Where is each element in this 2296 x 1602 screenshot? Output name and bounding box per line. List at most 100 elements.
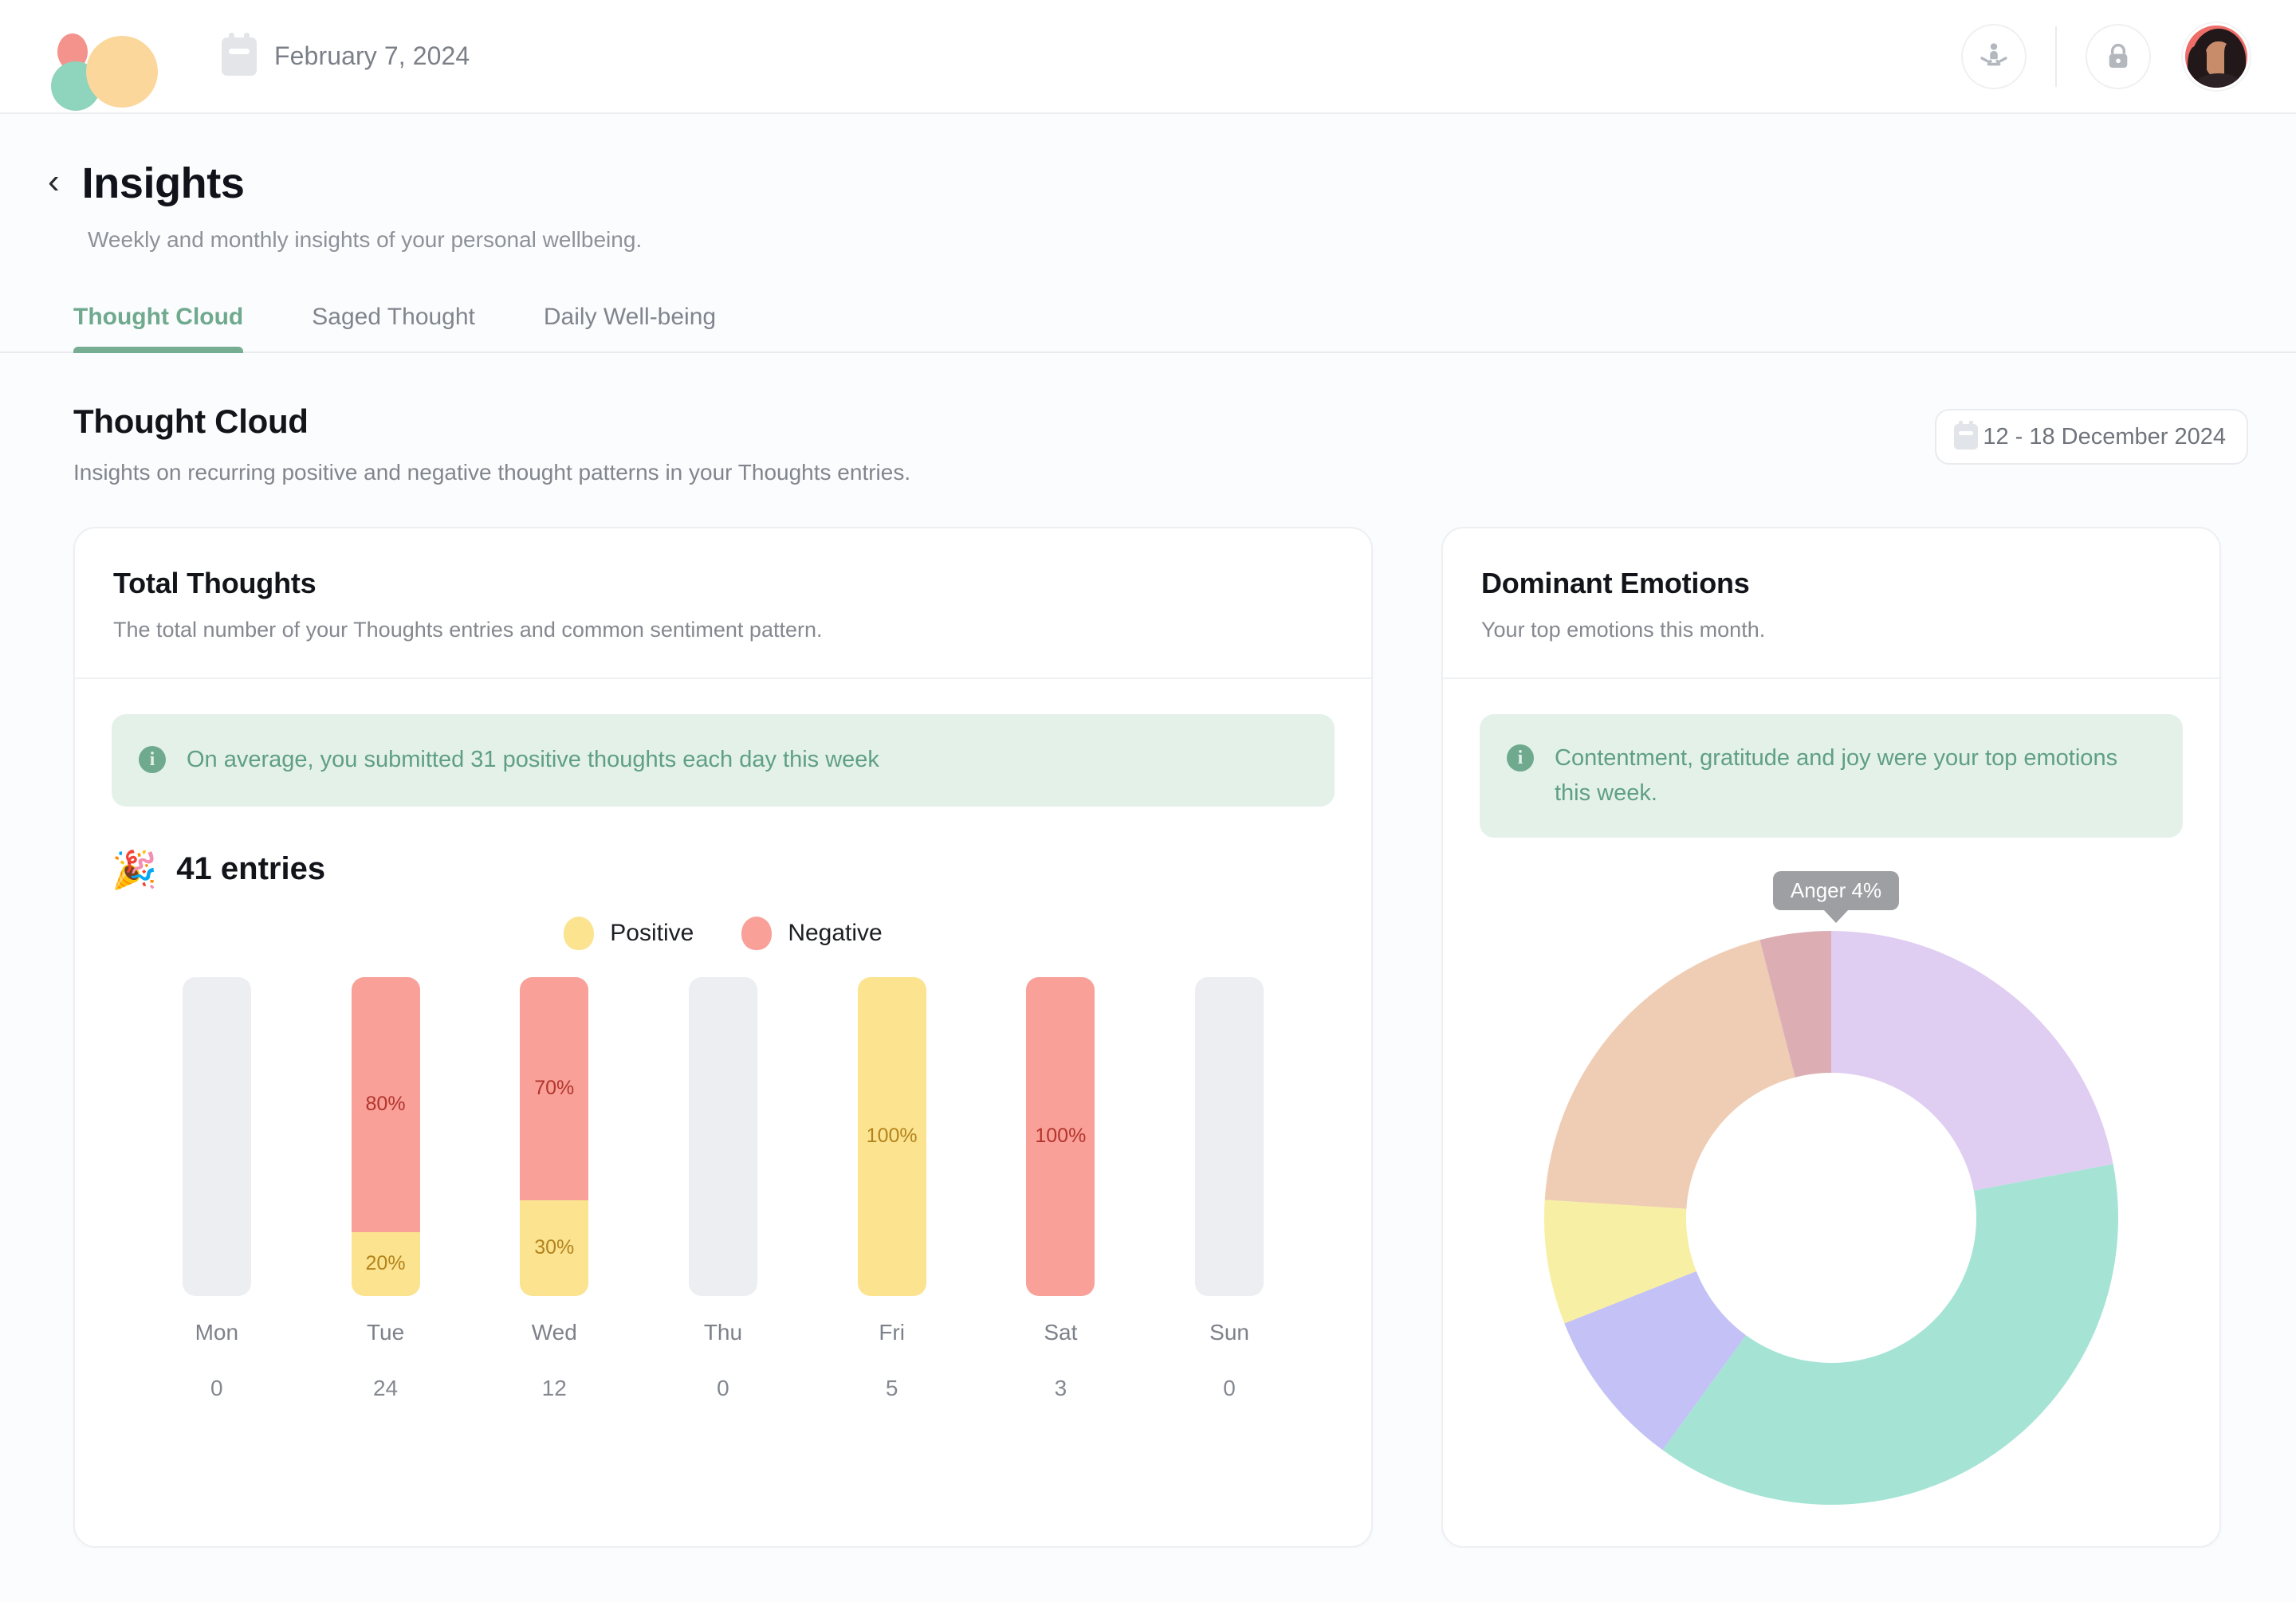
topbar-divider xyxy=(2055,26,2057,87)
card-header: Dominant Emotions Your top emotions this… xyxy=(1443,528,2219,677)
card-body: i On average, you submitted 31 positive … xyxy=(75,679,1371,1546)
section-header: Thought Cloud Insights on recurring posi… xyxy=(73,402,2248,485)
bar-count-label: 3 xyxy=(1054,1375,1067,1400)
bar-column[interactable]: 100% xyxy=(857,976,926,1296)
entries-summary: 🎉 41 entries xyxy=(112,851,1335,888)
topbar-date-label: February 7, 2024 xyxy=(274,41,470,70)
bar-count-label: 12 xyxy=(541,1375,567,1400)
card-total-thoughts: Total Thoughts The total number of your … xyxy=(73,527,1373,1548)
donut-slice-sadness[interactable] xyxy=(1544,940,1795,1209)
bar-column[interactable] xyxy=(688,976,757,1296)
bar-segment-positive: 20% xyxy=(351,1231,420,1296)
meditation-button[interactable] xyxy=(1961,23,2027,89)
tab-saged-thought[interactable]: Saged Thought xyxy=(312,304,475,351)
tab-daily-wellbeing[interactable]: Daily Well-being xyxy=(544,304,716,351)
bar-count-label: 0 xyxy=(210,1375,223,1400)
bar-column[interactable]: 100% xyxy=(1026,976,1095,1296)
bar-segment-label: 100% xyxy=(1035,1125,1087,1147)
legend-swatch-positive xyxy=(564,916,595,950)
insight-banner-text: On average, you submitted 31 positive th… xyxy=(187,747,879,772)
bar-chart-count-axis: 0 24 12 0 5 3 0 xyxy=(112,1376,1335,1401)
bar-day-label: Sat xyxy=(1044,1319,1078,1345)
legend-item-positive: Positive xyxy=(564,916,694,950)
insight-banner: i Contentment, gratitude and joy were yo… xyxy=(1480,714,2183,838)
bar-segment-label: 20% xyxy=(365,1252,406,1274)
bar-day-label: Fri xyxy=(879,1319,905,1345)
chevron-left-icon[interactable]: ‹ xyxy=(48,164,60,199)
section-title: Thought Cloud xyxy=(73,402,309,440)
bar-segment-negative: 80% xyxy=(351,976,420,1232)
bar-day-label: Sun xyxy=(1209,1319,1249,1345)
calendar-icon xyxy=(1954,421,1979,450)
bar-track xyxy=(1195,976,1264,1296)
info-icon: i xyxy=(1507,744,1534,772)
donut-tooltip: Anger 4% xyxy=(1772,871,1900,910)
lock-icon xyxy=(2109,43,2128,68)
bar-segment-label: 70% xyxy=(534,1077,575,1099)
bar-day-label: Thu xyxy=(703,1319,743,1345)
topbar-actions xyxy=(1961,22,2250,90)
donut-slice-contentment[interactable] xyxy=(1831,931,2113,1191)
bar-column[interactable]: 80% 20% xyxy=(351,976,420,1296)
bar-track: 100% xyxy=(857,976,926,1296)
bar-column[interactable]: 70% 30% xyxy=(520,976,589,1296)
bar-chart-day-axis: Mon Tue Wed Thu Fri Sat Sun xyxy=(112,1320,1335,1345)
tab-thought-cloud[interactable]: Thought Cloud xyxy=(73,304,244,353)
logo-dot-yellow xyxy=(86,35,158,108)
bar-column[interactable] xyxy=(1195,976,1264,1296)
bar-count-label: 0 xyxy=(1223,1375,1236,1400)
legend-item-negative: Negative xyxy=(741,916,883,950)
section-thought-cloud: Thought Cloud Insights on recurring posi… xyxy=(0,353,2296,485)
bar-column[interactable] xyxy=(182,976,251,1296)
legend-label-positive: Positive xyxy=(610,919,694,946)
card-title: Total Thoughts xyxy=(113,567,316,599)
bar-day-label: Mon xyxy=(195,1319,239,1345)
donut-chart-area: Anger 4% xyxy=(1480,842,2183,1513)
page-title: Insights xyxy=(81,159,245,207)
tab-bar: Thought Cloud Saged Thought Daily Well-b… xyxy=(0,304,2296,353)
bar-segment-positive: 30% xyxy=(520,1200,589,1296)
app-page: February 7, 2024 ‹ Insights Weekly and m… xyxy=(0,0,2296,1602)
insight-banner: i On average, you submitted 31 positive … xyxy=(112,714,1335,807)
bar-track xyxy=(182,976,251,1296)
topbar-date-group[interactable]: February 7, 2024 xyxy=(222,32,470,76)
calendar-icon xyxy=(222,32,257,76)
bar-count-label: 5 xyxy=(885,1375,898,1400)
lock-button[interactable] xyxy=(2086,23,2151,89)
section-subtitle: Insights on recurring positive and negat… xyxy=(73,460,911,485)
bar-count-label: 0 xyxy=(717,1375,729,1400)
bar-track xyxy=(688,976,757,1296)
page-subtitle: Weekly and monthly insights of your pers… xyxy=(88,227,643,252)
card-description: Your top emotions this month. xyxy=(1481,618,1766,642)
bar-chart: 80% 20% 70% 30% 100% 100% xyxy=(112,976,1335,1296)
date-range-picker[interactable]: 12 - 18 December 2024 xyxy=(1935,409,2248,465)
card-header: Total Thoughts The total number of your … xyxy=(75,528,1371,677)
bar-track: 100% xyxy=(1026,976,1095,1296)
card-title: Dominant Emotions xyxy=(1481,567,1750,599)
donut-chart[interactable] xyxy=(1536,923,2126,1513)
page-title-row: ‹ Insights xyxy=(48,159,2296,208)
legend-label-negative: Negative xyxy=(788,919,883,946)
legend-swatch-negative xyxy=(741,916,773,950)
insight-banner-text: Contentment, gratitude and joy were your… xyxy=(1555,745,2118,806)
meditation-icon xyxy=(1980,42,2007,65)
avatar[interactable] xyxy=(2183,22,2250,90)
bar-day-label: Tue xyxy=(366,1319,405,1345)
bar-track: 70% 30% xyxy=(520,976,589,1296)
bar-day-label: Wed xyxy=(531,1319,577,1345)
info-icon: i xyxy=(139,746,166,773)
bar-segment-label: 100% xyxy=(866,1125,918,1147)
top-bar: February 7, 2024 xyxy=(0,0,2296,114)
bar-segment-negative: 70% xyxy=(520,976,589,1200)
chart-legend: Positive Negative xyxy=(112,916,1335,950)
date-range-label: 12 - 18 December 2024 xyxy=(1983,423,2226,450)
cards-row: Total Thoughts The total number of your … xyxy=(0,485,2296,1548)
entries-count-label: 41 entries xyxy=(176,851,326,886)
card-body: i Contentment, gratitude and joy were yo… xyxy=(1443,679,2219,1546)
bar-track: 80% 20% xyxy=(351,976,420,1296)
page-bottom-spacer xyxy=(0,1548,2296,1602)
three-dots-logo-icon[interactable] xyxy=(45,29,158,111)
bar-segment-positive: 100% xyxy=(857,976,926,1296)
bar-segment-negative: 100% xyxy=(1026,976,1095,1296)
bar-segment-label: 30% xyxy=(534,1236,575,1258)
